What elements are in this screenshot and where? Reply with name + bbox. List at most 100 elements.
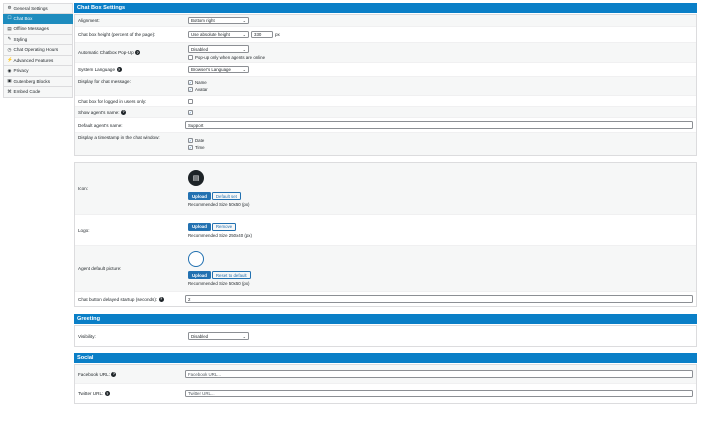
twitter-row: Twitter URL:? Twitter URL... — [75, 384, 696, 403]
help-icon[interactable]: ? — [111, 371, 117, 377]
icon-label: Icon: — [78, 186, 88, 191]
facebook-url-input[interactable]: Facebook URL... — [185, 370, 693, 378]
envelope-icon: ▤ — [7, 25, 12, 31]
display-label: Display for chat message: — [78, 79, 131, 84]
alignment-select[interactable]: Bottom right ⌄ — [188, 16, 249, 25]
popup-label-text: Automatic Chatbox Pop-Up — [78, 50, 134, 55]
default-agent-input[interactable]: Support — [185, 121, 693, 129]
facebook-label: Facebook URL:? — [78, 371, 185, 377]
sidebar-item-operating-hours[interactable]: ◷ Chat Operating Hours — [3, 45, 73, 56]
delay-label: Chat button delayed startup (seconds):? — [78, 296, 185, 302]
sidebar-item-embed-code[interactable]: ⌘ Embed Code — [3, 87, 73, 98]
social-panel: Facebook URL:? Facebook URL... Twitter U… — [74, 364, 697, 404]
sidebar-item-label: Gutenberg Blocks — [13, 78, 51, 84]
twitter-url-input[interactable]: Twitter URL... — [185, 389, 693, 398]
sidebar-item-label: Privacy — [13, 68, 29, 74]
language-select[interactable]: Browser's Language ⌄ — [188, 65, 249, 74]
display-avatar-checkbox[interactable] — [188, 87, 193, 92]
visibility-select[interactable]: Disabled ⌄ — [188, 332, 249, 340]
block-icon: ▣ — [7, 78, 12, 84]
language-label: System Language? — [78, 67, 188, 72]
sidebar-item-label: Chat Operating Hours — [13, 47, 59, 53]
visibility-row: Visibility: Disabled ⌄ — [75, 326, 696, 346]
chat-box-settings-header: Chat Box Settings — [74, 3, 697, 13]
chat-icon-preview: ▤ — [188, 170, 204, 186]
delay-row: Chat button delayed startup (seconds):? … — [75, 292, 696, 306]
height-input[interactable]: 330 — [251, 30, 273, 39]
logo-remove-button[interactable]: Remove — [211, 222, 237, 231]
brush-icon: ✎ — [7, 36, 12, 42]
agent-picture-reset-button[interactable]: Reset to default — [211, 271, 251, 279]
height-mode-select[interactable]: Use absolute height ⌄ — [188, 30, 249, 39]
visibility-value: Disabled — [191, 333, 209, 339]
logged-in-checkbox[interactable] — [188, 98, 193, 104]
delay-input[interactable]: 2 — [185, 295, 693, 303]
sidebar-item-styling[interactable]: ✎ Styling — [3, 34, 73, 45]
sidebar-item-label: Styling — [13, 36, 28, 42]
help-icon[interactable]: ? — [104, 391, 110, 396]
facebook-row: Facebook URL:? Facebook URL... — [75, 365, 696, 384]
alignment-row: Alignment: Bottom right ⌄ — [75, 15, 696, 27]
bolt-icon: ⚡ — [7, 57, 13, 63]
height-row: Chat box height (percent of the page): U… — [75, 27, 696, 43]
help-icon[interactable]: ? — [135, 50, 141, 55]
icon-size-hint: Recommended Size 50x50 (px) — [188, 202, 250, 207]
sidebar-item-label: Advanced Features — [13, 57, 54, 63]
delay-label-text: Chat button delayed startup (seconds): — [78, 296, 158, 302]
sidebar-item-offline-messages[interactable]: ▤ Offline Messages — [3, 24, 73, 35]
default-agent-row: Default agent's name: Support — [75, 118, 696, 133]
timestamp-label: Display a timestamp in the chat window: — [78, 135, 160, 140]
timestamp-time-label: Time — [195, 145, 205, 150]
alignment-label: Alignment: — [78, 18, 100, 23]
chevron-down-icon: ⌄ — [242, 333, 246, 339]
alignment-value: Bottom right — [191, 18, 215, 23]
display-avatar-label: Avatar — [195, 87, 208, 92]
eye-icon: ◉ — [7, 67, 12, 73]
sidebar-item-advanced-features[interactable]: ⚡ Advanced Features — [3, 55, 73, 66]
greeting-panel: Visibility: Disabled ⌄ — [74, 325, 697, 347]
logo-upload-button[interactable]: Upload — [188, 222, 211, 231]
sidebar-item-gutenberg-blocks[interactable]: ▣ Gutenberg Blocks — [3, 76, 73, 87]
sidebar-item-label: Offline Messages — [13, 26, 49, 32]
popup-select[interactable]: Disabled ⌄ — [188, 45, 249, 53]
chevron-down-icon: ⌄ — [242, 32, 246, 37]
agent-picture-upload-button[interactable]: Upload — [188, 271, 211, 279]
chevron-down-icon: ⌄ — [242, 67, 246, 72]
agent-picture-label: Agent default picture: — [78, 266, 122, 271]
social-header: Social — [74, 353, 697, 363]
timestamp-time-checkbox[interactable] — [188, 145, 193, 150]
popup-online-checkbox[interactable] — [188, 54, 193, 60]
sidebar-item-label: Embed Code — [13, 89, 41, 95]
icon-row: Icon: ▤ Upload Default set Recommended S… — [75, 163, 696, 215]
twitter-label-text: Twitter URL: — [78, 391, 104, 396]
sidebar-item-privacy[interactable]: ◉ Privacy — [3, 66, 73, 77]
sidebar-item-general-settings[interactable]: ⚙ General Settings — [3, 3, 73, 14]
popup-online-label: Pop-up only when agents are online — [195, 54, 266, 60]
icon-default-set-button[interactable]: Default set — [211, 192, 241, 200]
popup-value: Disabled — [191, 46, 209, 52]
sidebar-item-label: Chat Box — [13, 15, 33, 21]
code-icon: ⌘ — [7, 88, 12, 94]
help-icon[interactable]: ? — [158, 296, 164, 302]
chevron-down-icon: ⌄ — [242, 46, 246, 52]
logo-label: Logo: — [78, 227, 90, 233]
main-content: Chat Box Settings Alignment: Bottom righ… — [74, 3, 697, 404]
media-panel: Icon: ▤ Upload Default set Recommended S… — [74, 162, 697, 307]
logo-size-hint: Recommended Size 250x40 (px) — [188, 232, 252, 238]
help-icon[interactable]: ? — [116, 67, 122, 72]
logo-row: Logo: Upload Remove Recommended Size 250… — [75, 215, 696, 246]
display-name-checkbox[interactable] — [188, 80, 193, 85]
language-row: System Language? Browser's Language ⌄ — [75, 63, 696, 77]
chat-box-settings-panel: Alignment: Bottom right ⌄ Chat box height… — [74, 14, 697, 156]
timestamp-date-checkbox[interactable] — [188, 138, 193, 143]
height-mode-value: Use absolute height — [191, 32, 230, 37]
twitter-label: Twitter URL:? — [78, 391, 185, 396]
logged-in-label: Chat box for logged in users only: — [78, 98, 147, 104]
sidebar-item-chat-box[interactable]: ☐ Chat Box — [3, 13, 73, 24]
show-agent-checkbox[interactable] — [188, 109, 193, 115]
timestamp-row: Display a timestamp in the chat window: … — [75, 133, 696, 155]
help-icon[interactable]: ? — [120, 109, 126, 115]
greeting-header: Greeting — [74, 314, 697, 324]
sidebar-item-label: General Settings — [13, 5, 48, 11]
icon-upload-button[interactable]: Upload — [188, 192, 211, 200]
